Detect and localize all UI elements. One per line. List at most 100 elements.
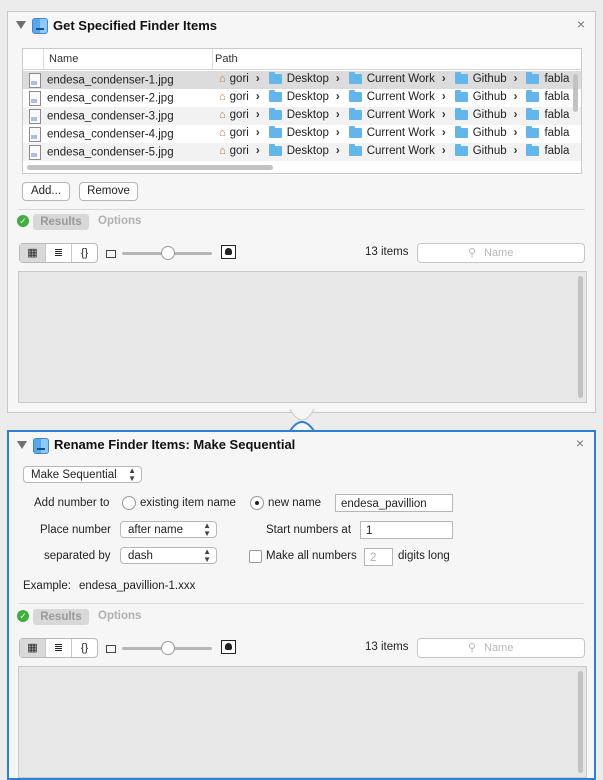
make-all-numbers-checkbox[interactable]: [249, 550, 262, 563]
grid-view-icon[interactable]: ▦: [20, 639, 46, 657]
close-icon[interactable]: ×: [577, 16, 585, 32]
path-segment: Github: [472, 145, 507, 157]
path-segment: Desktop: [286, 73, 329, 85]
file-name-cell: endesa_condenser-3.jpg: [29, 109, 174, 124]
path-segment: Github: [472, 127, 507, 139]
folder-icon: [454, 143, 468, 156]
jpg-file-icon: [29, 109, 41, 124]
start-numbers-field[interactable]: 1: [360, 521, 453, 539]
popup-arrows-icon: ▲ ▼: [128, 466, 136, 483]
list-view-icon[interactable]: ≣: [46, 639, 72, 657]
action-header[interactable]: Get Specified Finder Items ×: [8, 12, 595, 40]
start-numbers-label: Start numbers at: [266, 524, 352, 536]
rename-mode-popup[interactable]: Make Sequential ▲ ▼: [23, 466, 142, 483]
search-field[interactable]: ⚲ Name: [417, 638, 585, 658]
search-field[interactable]: ⚲ Name: [417, 243, 585, 263]
path-segment: Current Work: [366, 109, 435, 121]
path-segment: Desktop: [286, 109, 329, 121]
folder-icon: [268, 125, 282, 138]
path-segment: gori: [229, 91, 249, 103]
table-row[interactable]: endesa_condenser-3.jpg ⌂ gori › Desktop › Cur…: [23, 107, 581, 125]
tab-results[interactable]: Results: [33, 214, 89, 230]
path-segment: Github: [472, 73, 507, 85]
file-name-cell: endesa_condenser-1.jpg: [29, 73, 174, 88]
search-placeholder: Name: [484, 642, 514, 654]
search-icon: ⚲: [468, 247, 477, 259]
example-value: endesa_pavillion-1.xxx: [79, 580, 196, 592]
finder-items-table[interactable]: Name Path endesa_condenser-1.jpg ⌂ gori › D…: [22, 48, 582, 174]
item-count: 13 items: [365, 641, 409, 653]
small-image-icon: [106, 645, 116, 653]
folder-icon: [526, 89, 540, 102]
view-mode-control[interactable]: ▦ ≣ {}: [19, 638, 98, 658]
folder-icon: [348, 143, 362, 156]
action-title: Get Specified Finder Items: [53, 18, 217, 33]
rename-mode-value: Make Sequential: [31, 469, 117, 481]
tab-options[interactable]: Options: [98, 215, 141, 227]
new-name-field[interactable]: endesa_pavillion: [335, 494, 453, 512]
path-segment: fabla: [544, 145, 570, 157]
results-view[interactable]: [18, 271, 587, 403]
action-connector: [289, 409, 315, 431]
path-cell: ⌂ gori › Desktop › Current Work › Github › fabla: [219, 107, 570, 121]
checkmark-success-icon: ✓: [17, 215, 29, 227]
separator-popup[interactable]: dash ▲ ▼: [120, 547, 217, 564]
place-number-value: after name: [128, 524, 183, 536]
horizontal-scrollbar[interactable]: [27, 165, 273, 170]
jpg-file-icon: [29, 145, 41, 160]
remove-button[interactable]: Remove: [79, 182, 138, 201]
path-segment: Desktop: [286, 91, 329, 103]
file-name: endesa_condenser-4.jpg: [47, 128, 174, 141]
action-header[interactable]: Rename Finder Items: Make Sequential ×: [9, 432, 594, 460]
folder-icon: [526, 71, 540, 84]
grid-view-icon[interactable]: ▦: [20, 244, 46, 262]
column-header-name[interactable]: Name: [49, 53, 78, 65]
results-scrollbar[interactable]: [578, 671, 583, 773]
slider-knob[interactable]: [161, 246, 175, 260]
slider-knob[interactable]: [161, 641, 175, 655]
home-icon: ⌂: [219, 73, 226, 85]
finder-icon: [33, 438, 49, 454]
file-name: endesa_condenser-5.jpg: [47, 146, 174, 159]
jpg-file-icon: [29, 73, 41, 88]
vertical-scrollbar[interactable]: [573, 74, 578, 112]
folder-icon: [454, 71, 468, 84]
folder-icon: [454, 107, 468, 120]
digits-long-label: digits long: [398, 550, 450, 562]
add-button[interactable]: Add...: [22, 182, 70, 201]
new-name-radio[interactable]: [250, 496, 264, 510]
folder-icon: [348, 125, 362, 138]
table-row[interactable]: endesa_condenser-2.jpg ⌂ gori › Desktop › Cur…: [23, 89, 581, 107]
list-view-icon[interactable]: ≣: [46, 244, 72, 262]
results-scrollbar[interactable]: [578, 276, 583, 398]
view-mode-control[interactable]: ▦ ≣ {}: [19, 243, 98, 263]
table-row[interactable]: endesa_condenser-4.jpg ⌂ gori › Desktop › Cur…: [23, 125, 581, 143]
folder-icon: [268, 107, 282, 120]
folder-icon: [268, 143, 282, 156]
large-image-icon: [221, 640, 236, 654]
column-header-path[interactable]: Path: [215, 53, 238, 65]
table-header: Name Path: [23, 49, 581, 70]
digits-field[interactable]: 2: [364, 548, 393, 566]
jpg-file-icon: [29, 127, 41, 142]
path-segment: Github: [472, 109, 507, 121]
path-segment: Current Work: [366, 73, 435, 85]
divider: [19, 603, 584, 604]
existing-item-name-radio[interactable]: [122, 496, 136, 510]
tab-options[interactable]: Options: [98, 610, 141, 622]
search-placeholder: Name: [484, 247, 514, 259]
small-image-icon: [106, 250, 116, 258]
home-icon: ⌂: [219, 145, 226, 157]
item-count: 13 items: [365, 246, 409, 258]
results-view[interactable]: [18, 666, 587, 778]
path-segment: Desktop: [286, 127, 329, 139]
json-view-icon[interactable]: {}: [72, 639, 97, 657]
tab-results[interactable]: Results: [33, 609, 89, 625]
table-row[interactable]: endesa_condenser-5.jpg ⌂ gori › Desktop › Cur…: [23, 143, 581, 161]
table-row[interactable]: endesa_condenser-1.jpg ⌂ gori › Desktop › Cur…: [23, 71, 581, 89]
place-number-popup[interactable]: after name ▲ ▼: [120, 521, 217, 538]
close-icon[interactable]: ×: [576, 435, 584, 451]
disclosure-triangle-icon[interactable]: [17, 441, 27, 449]
disclosure-triangle-icon[interactable]: [16, 21, 26, 29]
json-view-icon[interactable]: {}: [72, 244, 97, 262]
